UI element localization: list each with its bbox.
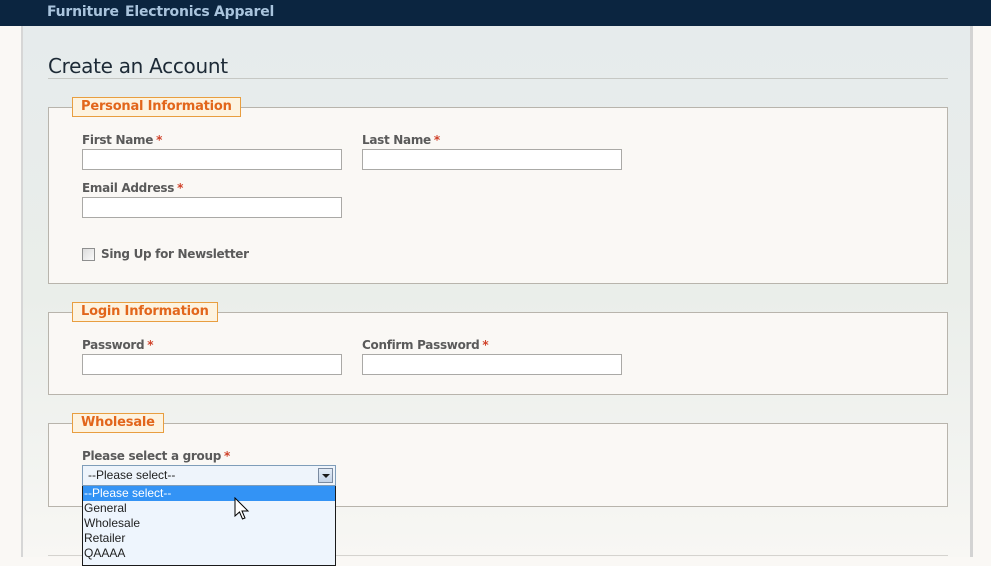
title-divider xyxy=(48,78,948,79)
wholesale-legend: Wholesale xyxy=(72,413,164,433)
password-label-text: Password xyxy=(82,338,145,352)
email-input[interactable] xyxy=(82,197,342,218)
required-marker: * xyxy=(482,338,489,352)
last-name-label: Last Name * xyxy=(362,133,440,147)
confirm-password-label-text: Confirm Password xyxy=(362,338,480,352)
dropdown-option[interactable]: Retailer xyxy=(83,531,335,546)
group-select-value: --Please select-- xyxy=(88,468,176,482)
dropdown-option[interactable]: Wholesale xyxy=(83,516,335,531)
required-marker: * xyxy=(156,133,163,147)
group-label-text: Please select a group xyxy=(82,449,222,463)
personal-information-legend: Personal Information xyxy=(72,97,241,117)
group-dropdown-list: --Please select-- General Wholesale Reta… xyxy=(82,486,336,566)
confirm-password-label: Confirm Password * xyxy=(362,338,489,352)
nav-item-electronics[interactable]: Electronics xyxy=(125,4,210,20)
group-select[interactable]: --Please select-- xyxy=(82,465,336,486)
dropdown-option[interactable]: QAAAA xyxy=(83,546,335,561)
dropdown-option[interactable]: --Please select-- xyxy=(83,486,335,501)
mouse-cursor-icon xyxy=(234,497,250,520)
top-navigation: Furniture Electronics Apparel xyxy=(0,0,991,26)
first-name-label-text: First Name xyxy=(82,133,154,147)
email-label: Email Address * xyxy=(82,181,183,195)
group-label: Please select a group * xyxy=(82,449,230,463)
dropdown-option[interactable]: General xyxy=(83,501,335,516)
page-title: Create an Account xyxy=(48,54,228,78)
chevron-down-icon[interactable] xyxy=(318,468,333,483)
confirm-password-input[interactable] xyxy=(362,354,622,375)
first-name-label: First Name * xyxy=(82,133,162,147)
required-marker: * xyxy=(224,449,231,463)
password-label: Password * xyxy=(82,338,154,352)
password-input[interactable] xyxy=(82,354,342,375)
newsletter-label[interactable]: Sing Up for Newsletter xyxy=(101,247,249,261)
last-name-label-text: Last Name xyxy=(362,133,431,147)
required-marker: * xyxy=(177,181,184,195)
login-information-legend: Login Information xyxy=(72,302,218,322)
nav-item-apparel[interactable]: Apparel xyxy=(214,4,274,20)
last-name-input[interactable] xyxy=(362,149,622,170)
nav-item-furniture[interactable]: Furniture xyxy=(47,4,119,20)
email-label-text: Email Address xyxy=(82,181,175,195)
first-name-input[interactable] xyxy=(82,149,342,170)
required-marker: * xyxy=(147,338,154,352)
newsletter-checkbox[interactable] xyxy=(82,248,95,261)
required-marker: * xyxy=(433,133,440,147)
